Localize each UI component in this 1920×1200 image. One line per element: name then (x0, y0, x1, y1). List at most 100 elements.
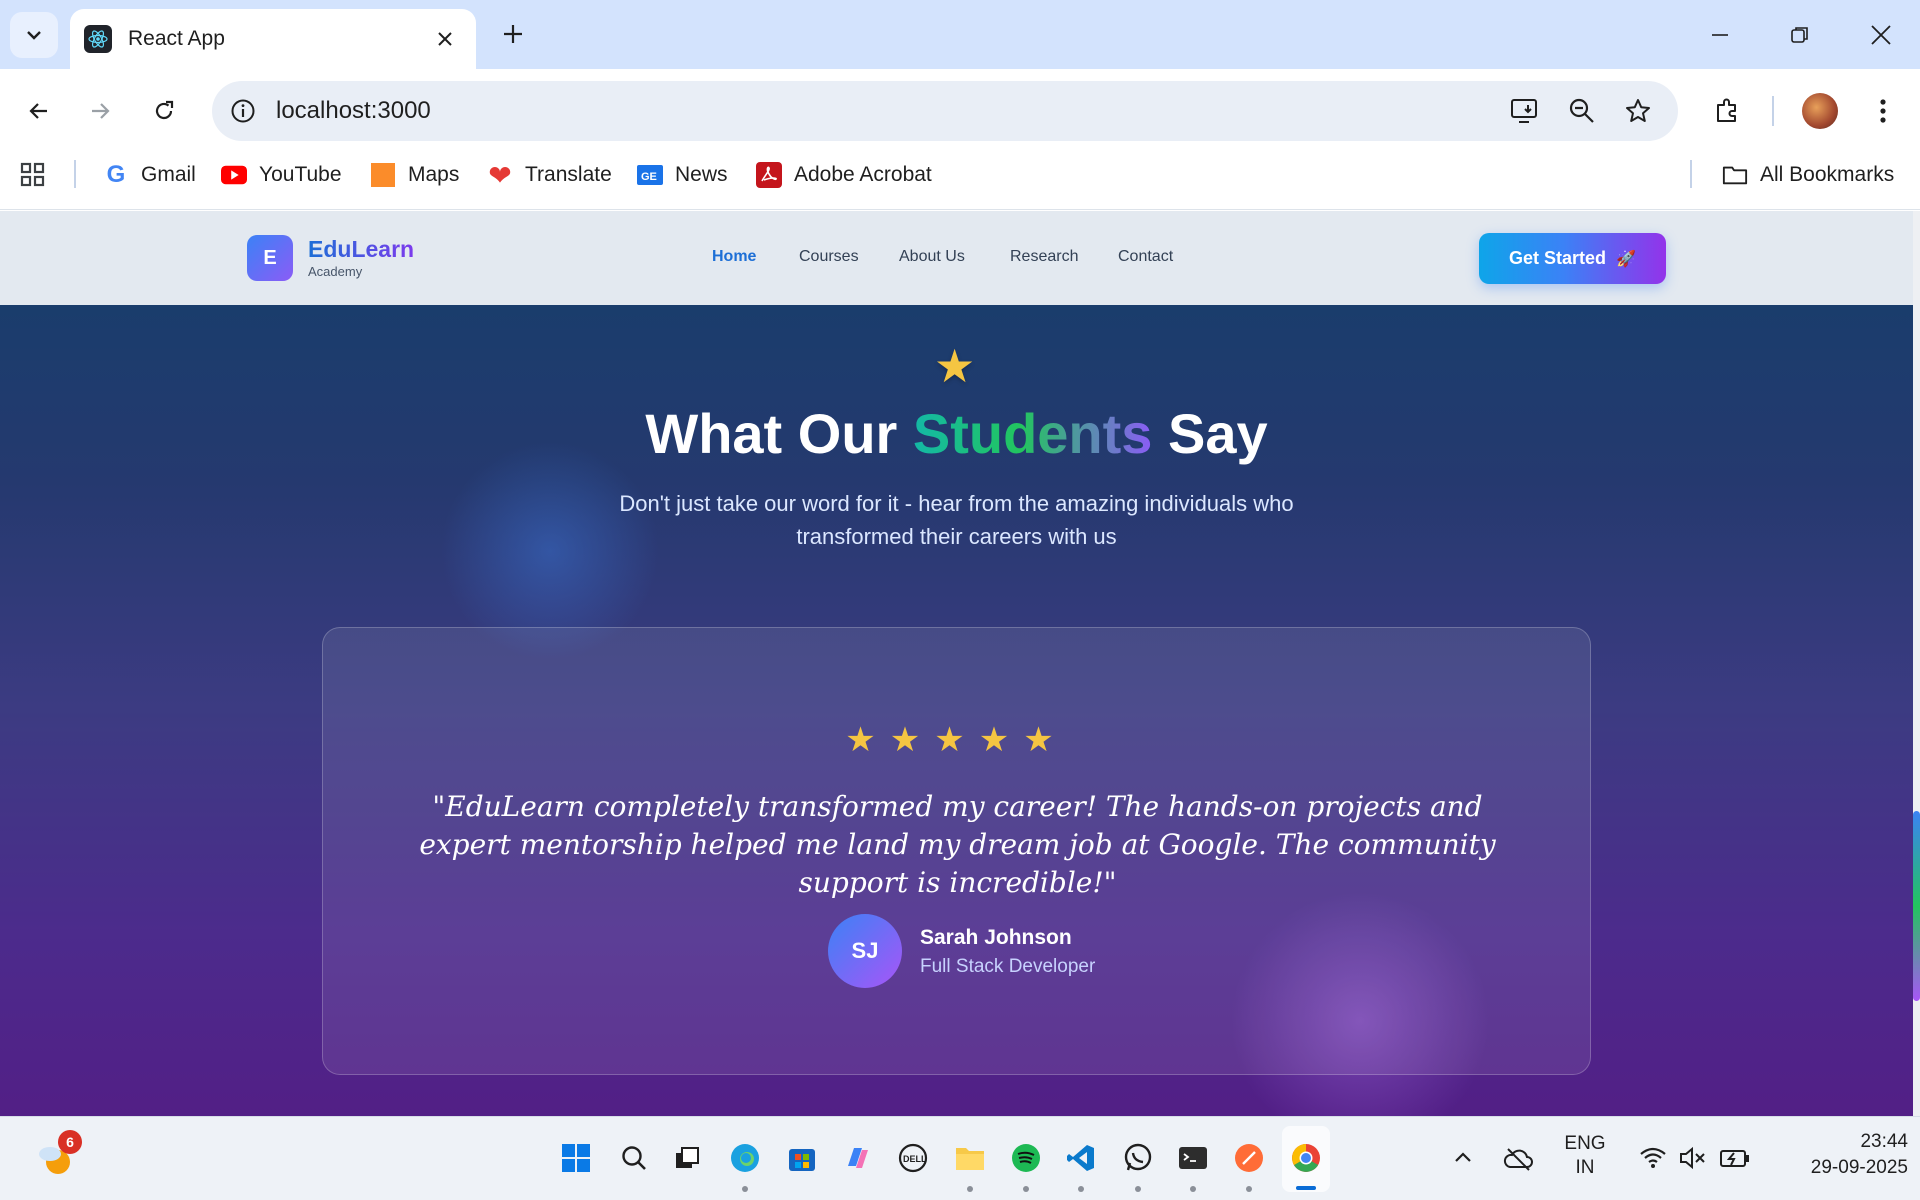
bookmark-youtube[interactable]: YouTube (221, 158, 342, 192)
install-app-button[interactable] (1504, 90, 1546, 132)
vscode-icon (1067, 1145, 1094, 1171)
forward-button[interactable] (77, 88, 123, 134)
new-tab-button[interactable] (496, 17, 530, 51)
scrollbar-thumb[interactable] (1913, 811, 1920, 1001)
site-info-icon[interactable] (226, 94, 260, 128)
dell-icon: DELL (898, 1143, 928, 1173)
taskbar-postman[interactable] (1229, 1138, 1269, 1178)
rocket-icon: 🚀 (1616, 250, 1636, 268)
close-tab-icon[interactable] (432, 26, 458, 52)
taskbar-chrome[interactable] (1286, 1138, 1326, 1178)
volume-button[interactable] (1673, 1138, 1713, 1178)
clock-date: 29-09-2025 (1810, 1157, 1908, 1178)
nav-courses[interactable]: Courses (799, 248, 859, 266)
nav-contact[interactable]: Contact (1118, 248, 1173, 266)
bookmark-star-button[interactable] (1617, 90, 1659, 132)
apps-grid-icon (20, 162, 45, 187)
bookmark-acrobat[interactable]: Adobe Acrobat (756, 158, 932, 192)
network-button[interactable] (1633, 1138, 1673, 1178)
logo-name[interactable]: EduLearn (308, 236, 414, 263)
chrome-menu-button[interactable] (1862, 90, 1904, 132)
show-hidden-icons-button[interactable] (1443, 1138, 1483, 1178)
taskbar-edge[interactable] (725, 1138, 765, 1178)
reload-button[interactable] (141, 88, 187, 134)
get-started-button[interactable]: Get Started 🚀 (1479, 233, 1666, 284)
taskbar-file-explorer[interactable] (950, 1138, 990, 1178)
bookmark-news[interactable]: GE News (637, 158, 728, 192)
nav-home[interactable]: Home (712, 248, 756, 266)
onedrive-button[interactable] (1498, 1138, 1538, 1178)
taskbar-store[interactable] (782, 1138, 822, 1178)
search-button[interactable] (614, 1138, 654, 1178)
close-icon (1871, 25, 1891, 45)
reload-icon (155, 100, 174, 120)
postman-icon (1235, 1144, 1263, 1172)
avatar: SJ (828, 914, 902, 988)
edge-icon (731, 1144, 759, 1172)
site-navbar: E EduLearn Academy Home Courses About Us… (0, 211, 1913, 305)
region-code: IN (1575, 1157, 1595, 1178)
spotify-icon (1012, 1144, 1040, 1172)
minimize-button[interactable] (1690, 12, 1750, 58)
store-icon (789, 1149, 815, 1171)
taskbar-dell[interactable]: DELL (893, 1138, 933, 1178)
restore-button[interactable] (1770, 12, 1830, 58)
zoom-button[interactable] (1561, 90, 1603, 132)
chrome-icon (1292, 1144, 1320, 1172)
bookmark-label: News (675, 163, 728, 186)
bookmark-label: Maps (408, 163, 460, 186)
bookmarks-divider-right (1690, 160, 1692, 188)
running-dot (967, 1186, 973, 1192)
rating-stars-icon: ★★★★★ (845, 721, 1068, 759)
language-code: ENG (1564, 1133, 1606, 1154)
terminal-icon (1179, 1147, 1207, 1169)
apps-button[interactable] (20, 158, 46, 192)
profile-avatar[interactable] (1802, 93, 1838, 129)
section-heading: What Our Students Say (0, 401, 1913, 466)
bookmark-label: Adobe Acrobat (794, 163, 932, 186)
running-dot (1023, 1186, 1029, 1192)
extensions-button[interactable] (1706, 90, 1748, 132)
running-dot (1135, 1186, 1141, 1192)
taskbar-spotify[interactable] (1006, 1138, 1046, 1178)
nav-research[interactable]: Research (1010, 248, 1078, 266)
bookmark-label: Translate (525, 163, 612, 186)
task-view-button[interactable] (667, 1138, 707, 1178)
running-dot (742, 1186, 748, 1192)
nav-about-us[interactable]: About Us (899, 248, 965, 266)
back-button[interactable] (16, 88, 62, 134)
battery-button[interactable] (1715, 1138, 1755, 1178)
close-window-button[interactable] (1851, 12, 1911, 58)
taskbar-whatsapp[interactable] (1118, 1138, 1158, 1178)
browser-tab[interactable]: React App (70, 9, 476, 69)
start-button[interactable] (556, 1138, 596, 1178)
testimonial-card: ★★★★★ "EduLearn completely transformed m… (322, 627, 1591, 1075)
more-vertical-icon (1880, 99, 1886, 123)
clock[interactable]: 23:44 29-09-2025 (1768, 1131, 1908, 1179)
heading-prefix: What Our (645, 402, 913, 465)
address-bar[interactable]: localhost:3000 (212, 81, 1678, 141)
bookmark-label: Gmail (141, 163, 196, 186)
whatsapp-icon (1124, 1143, 1152, 1171)
translate-icon: ❤ (488, 159, 512, 191)
restore-icon (1791, 27, 1808, 43)
tab-search-button[interactable] (10, 12, 58, 58)
bookmark-maps[interactable]: Maps (370, 158, 459, 192)
volume-mute-icon (1680, 1146, 1705, 1170)
taskbar-terminal[interactable] (1173, 1138, 1213, 1178)
all-bookmarks-button[interactable]: All Bookmarks (1722, 158, 1894, 192)
logo-badge[interactable]: E (247, 235, 293, 281)
heading-highlight: Students (912, 402, 1153, 465)
page-scrollbar[interactable] (1913, 211, 1920, 1116)
person-role: Full Stack Developer (920, 956, 1096, 977)
clock-time: 23:44 (1860, 1131, 1908, 1152)
taskbar-copilot[interactable] (838, 1138, 878, 1178)
minimize-icon (1712, 34, 1728, 36)
get-started-label: Get Started (1509, 248, 1607, 268)
arrow-right-icon (92, 103, 110, 119)
react-icon (84, 25, 112, 53)
bookmark-translate[interactable]: ❤ Translate (487, 158, 612, 192)
language-indicator[interactable]: ENG IN (1556, 1133, 1614, 1179)
taskbar-vscode[interactable] (1061, 1138, 1101, 1178)
bookmark-gmail[interactable]: G Gmail (103, 158, 196, 192)
